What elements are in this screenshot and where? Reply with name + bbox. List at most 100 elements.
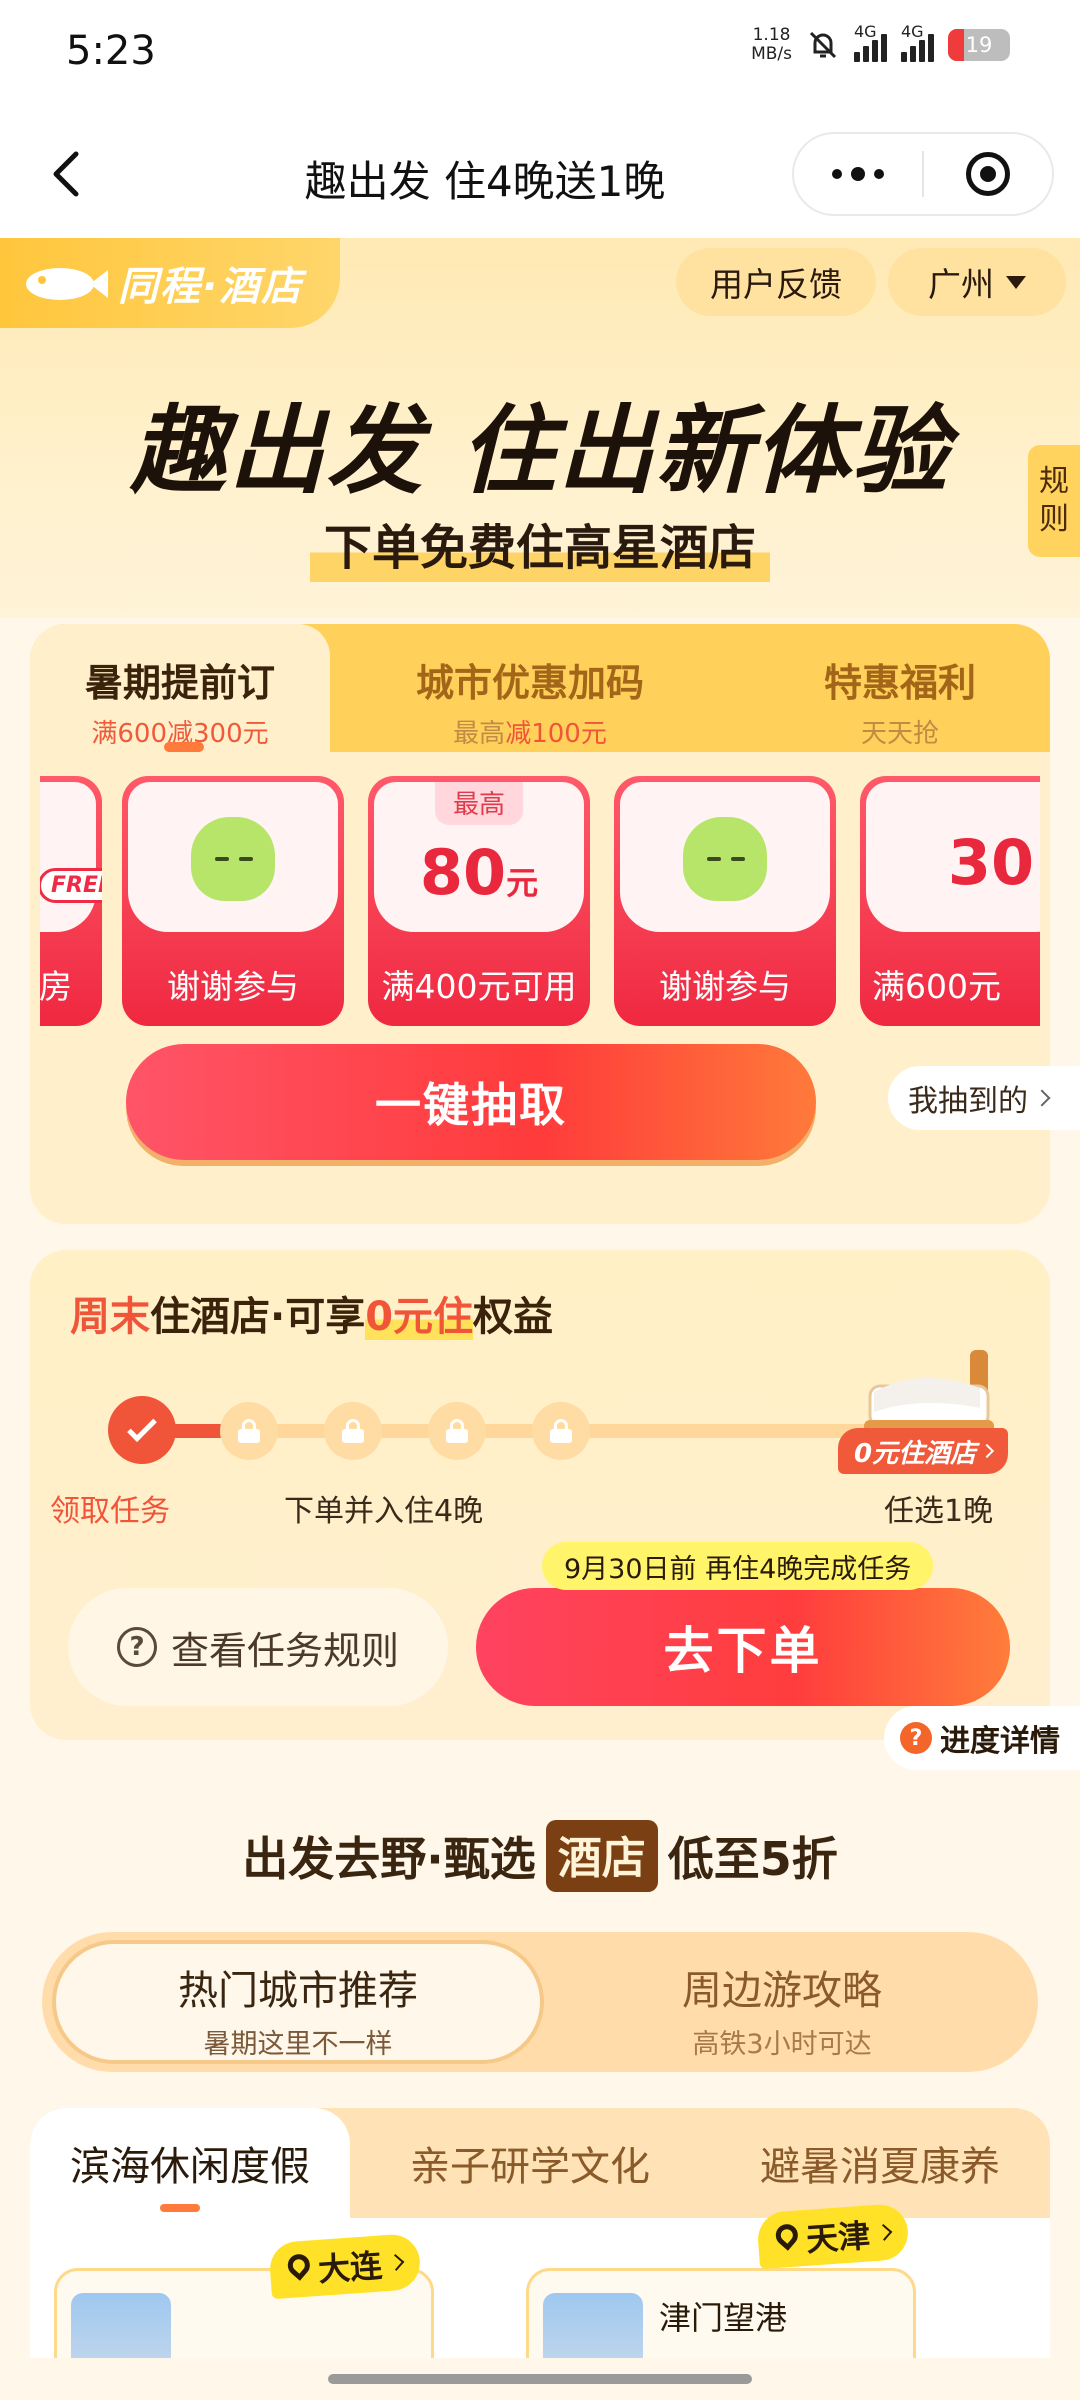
task-card: 周末住酒店·可享0元住权益 0元住酒店 领取任务 下单并入住4晚 任选1晚 ? … <box>30 1250 1050 1740</box>
rules-char-2: 则 <box>1039 502 1069 537</box>
green-mascot-icon <box>185 807 281 907</box>
close-miniapp-icon[interactable] <box>924 134 1052 214</box>
view-task-rules-button[interactable]: ? 查看任务规则 <box>68 1588 448 1706</box>
segment-label: 热门城市推荐 <box>178 1968 418 2014</box>
sub-headline: 下单免费住高星酒店 <box>309 508 770 582</box>
prize-area: FREE 房升房 谢谢参与 最高 80元 满400元可用 <box>30 752 1050 1224</box>
max-badge: 最高 <box>434 782 524 825</box>
status-time: 5:23 <box>66 28 156 74</box>
task-title-weekend: 周末 <box>70 1294 150 1340</box>
tab-summer-retreat[interactable]: 避暑消夏康养 <box>710 2108 1050 2218</box>
city-pin-label: 天津 <box>804 2216 872 2259</box>
brand-logo: 同程·酒店 <box>0 238 340 328</box>
step-label-book-stay: 下单并入住4晚 <box>284 1494 484 1529</box>
tab-hot-cities[interactable]: 热门城市推荐 暑期这里不一样 <box>56 1944 540 2060</box>
place-order-button[interactable]: 去下单 <box>476 1588 1010 1706</box>
city-label: 广州 <box>928 265 994 304</box>
signal-1-label: 4G <box>854 22 877 41</box>
section-title-part2: 低至5折 <box>667 1832 838 1886</box>
lock-icon <box>428 1402 486 1460</box>
hotel-badge: 酒店 <box>545 1820 658 1892</box>
rules-side-tab[interactable]: 规 则 <box>1028 445 1080 557</box>
progress-detail-link[interactable]: ? 进度详情 <box>884 1706 1080 1770</box>
home-indicator[interactable] <box>328 2374 752 2384</box>
network-speed-value: 1.18 <box>752 25 791 45</box>
status-icons: 1.18 MB/s 4G 4G 19 <box>751 22 1010 64</box>
city-card-tianjin[interactable]: 津门望港 <box>526 2268 916 2358</box>
location-pin-icon <box>771 2219 803 2254</box>
step-completed-check-icon <box>108 1396 176 1464</box>
task-title-end: 权益 <box>473 1294 554 1340</box>
tab-special-offers[interactable]: 特惠福利 天天抢 <box>750 624 1050 754</box>
segment-sublabel: 暑期这里不一样 <box>203 2029 393 2060</box>
tab-summer-early-booking[interactable]: 暑期提前订 满600减300元 <box>30 624 330 754</box>
green-mascot-icon <box>677 807 773 907</box>
feedback-button[interactable]: 用户反馈 <box>676 248 876 316</box>
prize-caption: 谢谢参与 <box>659 967 791 1006</box>
coupon-amount-unit: 元 <box>506 863 539 902</box>
lock-icon <box>324 1402 382 1460</box>
segment-label: 周边游攻略 <box>682 1968 882 2014</box>
battery-level: 19 <box>965 33 993 57</box>
zero-cost-hotel-badge[interactable]: 0元住酒店 <box>838 1428 1009 1474</box>
tab-label: 特惠福利 <box>823 661 976 705</box>
lottery-tabs: 暑期提前订 满600减300元 城市优惠加码 最高减100元 特惠福利 天天抢 <box>30 624 1050 754</box>
city-pin-dalian: 大连 <box>268 2232 422 2300</box>
tab-nearby-guides[interactable]: 周边游攻略 高铁3小时可达 <box>540 1944 1024 2060</box>
header-banner: 同程·酒店 用户反馈 广州 趣出发 住出新体验 下单免费住高星酒店 <box>0 238 1080 618</box>
tab-city-discount[interactable]: 城市优惠加码 最高减100元 <box>340 624 720 754</box>
draw-button[interactable]: 一键抽取 <box>126 1044 816 1160</box>
coupon-amount: 80元 <box>420 836 538 909</box>
signal-icon-2: 4G <box>901 22 934 62</box>
chevron-right-icon <box>1033 1089 1051 1107</box>
tab-sublabel-prefix: 最高 <box>453 719 506 749</box>
segment-sublabel: 高铁3小时可达 <box>692 2029 872 2060</box>
step-label-claim: 领取任务 <box>50 1494 170 1529</box>
tab-label: 城市优惠加码 <box>415 661 644 705</box>
my-prizes-link[interactable]: 我抽到的 <box>888 1066 1080 1130</box>
hotel-name: 津门望港 <box>659 2299 788 2337</box>
lock-icon <box>532 1402 590 1460</box>
city-selector[interactable]: 广州 <box>888 248 1066 316</box>
prize-caption: 满600元 <box>872 967 1001 1006</box>
prize-caption: 满400元可用 <box>381 967 577 1006</box>
main-headline: 趣出发 住出新体验 <box>130 395 950 507</box>
prize-thanks: 谢谢参与 <box>122 776 344 1026</box>
hotel-thumbnail <box>543 2293 643 2358</box>
more-options-icon[interactable] <box>794 134 922 214</box>
prize-coupon-80: 最高 80元 满400元可用 <box>368 776 590 1026</box>
active-category-indicator <box>160 2204 200 2212</box>
tab-sublabel: 天天抢 <box>860 719 939 749</box>
question-icon: ? <box>116 1627 157 1667</box>
signal-2-label: 4G <box>901 22 924 41</box>
battery-icon: 19 <box>948 29 1010 61</box>
city-pin-tianjin: 天津 <box>756 2202 910 2270</box>
view-task-rules-label: 查看任务规则 <box>170 1628 399 1673</box>
question-icon: ? <box>900 1722 932 1754</box>
signal-icon-1: 4G <box>854 22 887 62</box>
prize-coupon-30: 30 满600元 <box>860 776 1040 1026</box>
prize-carousel[interactable]: FREE 房升房 谢谢参与 最高 80元 满400元可用 <box>40 776 1040 1028</box>
category-box: 滨海休闲度假 亲子研学文化 避暑消夏康养 大连 津门望港 天津 <box>30 2108 1050 2358</box>
location-pin-icon <box>283 2249 315 2284</box>
chevron-right-icon <box>875 2223 893 2241</box>
tab-seaside-leisure[interactable]: 滨海休闲度假 <box>30 2108 350 2218</box>
chevron-right-icon <box>980 1443 995 1459</box>
status-bar: 5:23 1.18 MB/s 4G 4G 19 <box>0 0 1080 110</box>
fish-logo-icon <box>26 268 108 300</box>
hotel-thumbnail <box>71 2293 171 2358</box>
step-label-choose-night: 任选1晚 <box>884 1494 994 1529</box>
progress-detail-label: 进度详情 <box>940 1724 1060 1759</box>
dropdown-triangle-icon <box>1006 275 1026 289</box>
prize-caption: 房升房 <box>40 967 72 1006</box>
order-tip-bubble: 9月30日前 再住4晚完成任务 <box>542 1542 934 1590</box>
section-title-part1: 出发去野·甄选 <box>242 1832 536 1886</box>
tab-label: 暑期提前订 <box>84 661 275 705</box>
chevron-right-icon <box>387 2253 405 2271</box>
rules-char-1: 规 <box>1039 464 1069 499</box>
free-tag: FREE <box>40 868 102 903</box>
recommend-segment: 热门城市推荐 暑期这里不一样 周边游攻略 高铁3小时可达 <box>42 1932 1038 2072</box>
tab-family-study[interactable]: 亲子研学文化 <box>360 2108 700 2218</box>
mute-bell-icon <box>809 31 837 59</box>
my-prizes-label: 我抽到的 <box>908 1084 1028 1119</box>
